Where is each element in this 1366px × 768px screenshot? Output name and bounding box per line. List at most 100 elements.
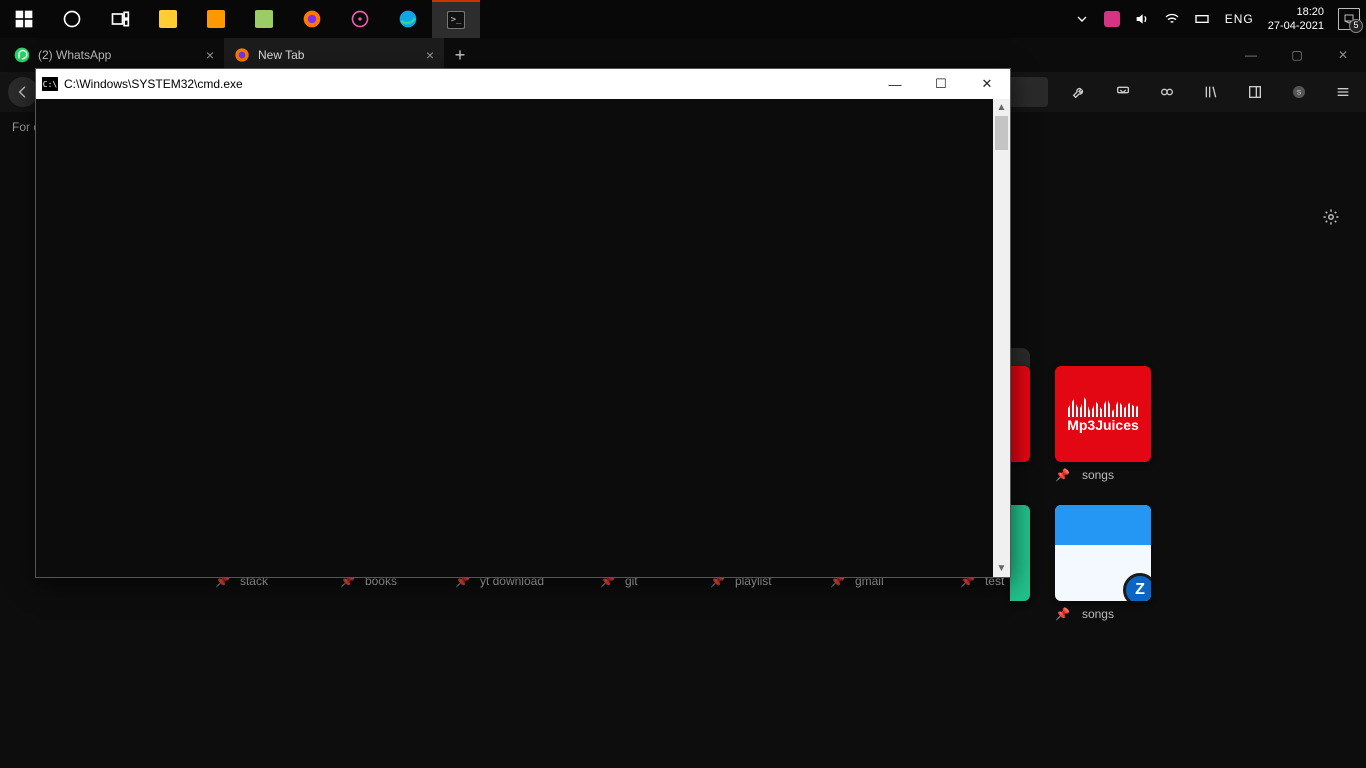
cmd-close-button[interactable]: ✕ — [964, 69, 1010, 99]
back-button[interactable] — [8, 77, 38, 107]
cmd-taskbar-button[interactable]: >_ — [432, 0, 480, 38]
notepadpp-button[interactable] — [240, 0, 288, 38]
tab-close-button[interactable]: × — [206, 47, 214, 63]
edge-icon — [398, 9, 418, 29]
pin-icon: 📌 — [1055, 607, 1070, 621]
cmd-icon: C:\ — [42, 77, 58, 91]
gear-icon — [1322, 208, 1340, 226]
app-icon — [1104, 11, 1120, 27]
cmd-minimize-button[interactable]: — — [872, 69, 918, 99]
topsite-tile-partial-1[interactable] — [1010, 366, 1030, 462]
ime-button[interactable] — [1191, 0, 1213, 38]
tile-caption: 📌 songs — [1055, 607, 1114, 621]
waveform-icon — [1068, 395, 1138, 417]
cmd-terminal-area[interactable] — [36, 99, 993, 577]
topsite-tile-freemusic[interactable]: Z — [1055, 505, 1151, 601]
clock[interactable]: 18:20 27-04-2021 — [1266, 1, 1330, 37]
keyboard-icon — [1194, 11, 1210, 27]
system-tray: ENG 18:20 27-04-2021 — [1071, 0, 1366, 38]
library-icon — [1203, 84, 1219, 100]
circle-icon — [62, 9, 82, 29]
topsite-tile-partial-2[interactable] — [1010, 505, 1030, 601]
cmd-title-text: C:\Windows\SYSTEM32\cmd.exe — [64, 77, 243, 91]
cmd-window-controls: — ☐ ✕ — [872, 69, 1010, 99]
tile-label: songs — [1082, 468, 1114, 482]
tray-app-icon[interactable] — [1101, 0, 1123, 38]
file-explorer-button[interactable] — [144, 0, 192, 38]
cmd-titlebar[interactable]: C:\ C:\Windows\SYSTEM32\cmd.exe — ☐ ✕ — [36, 69, 1010, 99]
cmd-maximize-button[interactable]: ☐ — [918, 69, 964, 99]
clock-date: 27-04-2021 — [1268, 19, 1324, 33]
tab-newtab[interactable]: New Tab × — [224, 38, 444, 72]
speaker-icon — [1134, 11, 1150, 27]
wifi-button[interactable] — [1161, 0, 1183, 38]
disc-icon — [350, 9, 370, 29]
tile-brand: Mp3Juices — [1067, 417, 1139, 433]
start-button[interactable] — [0, 0, 48, 38]
vpn-button[interactable] — [1152, 77, 1182, 107]
scroll-up-button[interactable]: ▲ — [993, 99, 1010, 116]
wifi-icon — [1164, 11, 1180, 27]
firefox-icon — [302, 9, 322, 29]
firefox-close-button[interactable]: ✕ — [1320, 38, 1366, 72]
folder-icon — [159, 10, 177, 28]
tab-label: (2) WhatsApp — [38, 48, 111, 62]
notepadpp-icon — [255, 10, 273, 28]
pocket-button[interactable] — [1108, 77, 1138, 107]
cmd-window: C:\ C:\Windows\SYSTEM32\cmd.exe — ☐ ✕ ▲ … — [35, 68, 1011, 578]
volume-button[interactable] — [1131, 0, 1153, 38]
sidebar-icon — [1247, 84, 1263, 100]
sidebar-button[interactable] — [1240, 77, 1270, 107]
firefox-icon — [234, 47, 250, 63]
scroll-thumb[interactable] — [995, 116, 1008, 150]
pin-icon: 📌 — [1055, 468, 1070, 482]
svg-text:S: S — [1297, 90, 1302, 97]
hamburger-icon — [1335, 84, 1351, 100]
firefox-minimize-button[interactable]: — — [1228, 38, 1274, 72]
toolbar-right: S — [1064, 77, 1358, 107]
notification-icon — [1343, 13, 1355, 25]
account-button[interactable]: S — [1284, 77, 1314, 107]
tray-overflow-button[interactable] — [1071, 0, 1093, 38]
arrow-left-icon — [15, 84, 31, 100]
wrench-icon — [1071, 84, 1087, 100]
app-overlay-badge: Z — [1123, 573, 1151, 601]
firefox-taskbar-button[interactable] — [288, 0, 336, 38]
action-center-button[interactable] — [1338, 8, 1360, 30]
tab-label: New Tab — [258, 48, 304, 62]
language-indicator[interactable]: ENG — [1221, 12, 1258, 26]
firefox-window-controls: — ▢ ✕ — [1228, 38, 1366, 72]
windows-icon — [14, 9, 34, 29]
clock-time: 18:20 — [1268, 5, 1324, 19]
pocket-icon — [1115, 84, 1131, 100]
mask-icon — [1159, 84, 1175, 100]
whatsapp-icon — [14, 47, 30, 63]
menu-button[interactable] — [1328, 77, 1358, 107]
scroll-down-button[interactable]: ▼ — [993, 560, 1010, 577]
account-icon: S — [1291, 84, 1307, 100]
firefox-maximize-button[interactable]: ▢ — [1274, 38, 1320, 72]
devtools-button[interactable] — [1064, 77, 1094, 107]
tab-whatsapp[interactable]: (2) WhatsApp × — [4, 38, 224, 72]
terminal-icon: >_ — [447, 11, 465, 29]
cortana-button[interactable] — [48, 0, 96, 38]
sublime-icon — [207, 10, 225, 28]
tile-label: songs — [1082, 607, 1114, 621]
new-tab-button[interactable]: + — [444, 38, 476, 72]
media-app-button[interactable] — [336, 0, 384, 38]
firefox-tabstrip: (2) WhatsApp × New Tab × + — ▢ ✕ — [0, 38, 1366, 72]
sublime-button[interactable] — [192, 0, 240, 38]
cmd-scrollbar[interactable]: ▲ ▼ — [993, 99, 1010, 577]
windows-taskbar: >_ ENG 18:20 27-04-2021 — [0, 0, 1366, 38]
topsite-tile-mp3juices[interactable]: Mp3Juices — [1055, 366, 1151, 462]
taskview-icon — [110, 9, 130, 29]
edge-button[interactable] — [384, 0, 432, 38]
library-button[interactable] — [1196, 77, 1226, 107]
customize-button[interactable] — [1322, 208, 1340, 231]
tile-caption: 📌 songs — [1055, 468, 1114, 482]
tab-close-button[interactable]: × — [426, 47, 434, 63]
taskbar-left: >_ — [0, 0, 480, 38]
task-view-button[interactable] — [96, 0, 144, 38]
chevron-down-icon — [1074, 11, 1090, 27]
tile-thumb — [1055, 505, 1151, 545]
